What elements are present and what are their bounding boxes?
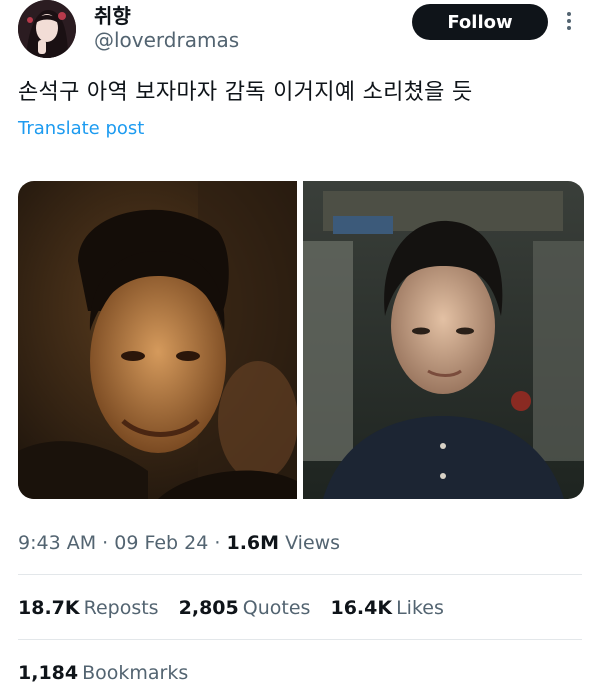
post-time[interactable]: 9:43 AM [18, 532, 96, 554]
translate-post-link[interactable]: Translate post [18, 118, 144, 139]
meta-separator: · [214, 532, 221, 554]
bookmarks-count: 1,184 [18, 662, 79, 684]
reposts-count: 18.7K [18, 597, 80, 619]
display-name[interactable]: 취향 [94, 0, 131, 29]
follow-button[interactable]: Follow [412, 4, 548, 40]
likes-count: 16.4K [330, 597, 393, 619]
post-stats: 18.7K Reposts 2,805 Quotes 16.4K Likes [18, 597, 458, 619]
likes-label: Likes [396, 597, 444, 619]
likes-stat[interactable]: 16.4K Likes [330, 597, 443, 619]
post-text: 손석구 아역 보자마자 감독 이거지예 소리쳤을 듯 [18, 80, 473, 105]
views-label: Views [285, 532, 341, 554]
more-vertical-icon[interactable] [563, 10, 575, 34]
reposts-label: Reposts [83, 597, 159, 619]
divider [18, 639, 582, 640]
reposts-stat[interactable]: 18.7K Reposts [18, 597, 159, 619]
avatar[interactable] [18, 0, 76, 58]
views-count: 1.6M [226, 532, 280, 554]
user-handle[interactable]: @loverdramas [94, 28, 239, 52]
bookmarks-label: Bookmarks [82, 662, 189, 684]
post-meta: 9:43 AM · 09 Feb 24 · 1.6M Views [18, 532, 340, 554]
quotes-stat[interactable]: 2,805 Quotes [179, 597, 311, 619]
post-media[interactable] [18, 181, 584, 499]
post-date[interactable]: 09 Feb 24 [114, 532, 208, 554]
meta-separator: · [102, 532, 109, 554]
avatar-image [18, 0, 76, 58]
media-photo-young-man[interactable] [303, 181, 584, 499]
quotes-count: 2,805 [178, 597, 239, 619]
bookmarks-stat[interactable]: 1,184 Bookmarks [18, 662, 188, 684]
quotes-label: Quotes [242, 597, 311, 619]
post-header: 취향 @loverdramas Follow [0, 0, 600, 64]
media-photo-man-smiling[interactable] [18, 181, 297, 499]
divider [18, 574, 582, 575]
